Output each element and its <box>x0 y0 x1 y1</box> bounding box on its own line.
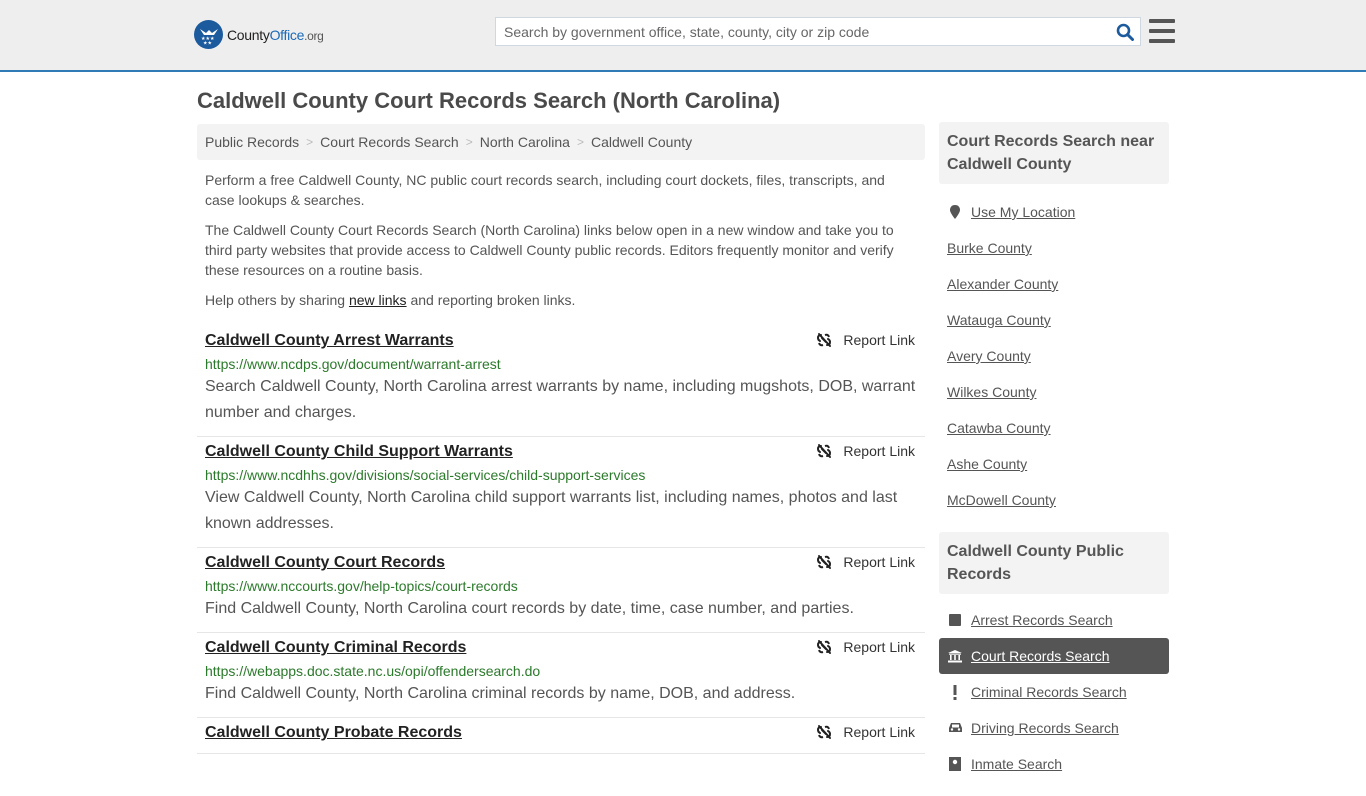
result-url: https://www.ncdps.gov/document/warrant-a… <box>205 356 501 372</box>
sidebar-item-driving-records[interactable]: Driving Records Search <box>939 710 1169 746</box>
result-description: Find Caldwell County, North Carolina cou… <box>205 600 854 617</box>
report-link-button[interactable]: Report Link <box>816 554 915 570</box>
search-bar <box>495 17 1141 46</box>
intro-text: Perform a free Caldwell County, NC publi… <box>205 170 905 320</box>
result-item: Caldwell County Court Records Report Lin… <box>197 548 925 633</box>
nearby-county-link[interactable]: McDowell County <box>947 492 1056 508</box>
broken-link-icon <box>817 725 832 739</box>
sidebar: Court Records Search near Caldwell Count… <box>939 122 1169 796</box>
result-title-link[interactable]: Caldwell County Arrest Warrants <box>205 331 454 351</box>
public-records-heading: Caldwell County Public Records <box>939 532 1169 594</box>
sidebar-item-court-records[interactable]: Court Records Search <box>939 638 1169 674</box>
breadcrumb-public-records[interactable]: Public Records <box>205 134 299 150</box>
nearby-county-item[interactable]: Burke County <box>939 230 1169 266</box>
breadcrumb-separator: > <box>306 135 314 149</box>
breadcrumb-separator: > <box>465 135 473 149</box>
car-icon <box>947 722 963 734</box>
result-description: View Caldwell County, North Carolina chi… <box>205 489 898 532</box>
nearby-county-item[interactable]: Wilkes County <box>939 374 1169 410</box>
square-icon <box>947 614 963 626</box>
result-title-link[interactable]: Caldwell County Child Support Warrants <box>205 442 513 462</box>
nearby-county-item[interactable]: Catawba County <box>939 410 1169 446</box>
svg-text:★★: ★★ <box>203 40 212 45</box>
new-links-link[interactable]: new links <box>349 292 407 308</box>
nearby-county-item[interactable]: Alexander County <box>939 266 1169 302</box>
result-url: https://www.ncdhhs.gov/divisions/social-… <box>205 467 646 483</box>
nearby-county-item[interactable]: Watauga County <box>939 302 1169 338</box>
search-input[interactable] <box>496 18 1110 45</box>
courthouse-icon <box>947 649 963 663</box>
result-description: Search Caldwell County, North Carolina a… <box>205 378 916 421</box>
nearby-county-link[interactable]: Wilkes County <box>947 384 1036 400</box>
nearby-county-link[interactable]: Avery County <box>947 348 1031 364</box>
broken-link-icon <box>817 640 832 654</box>
result-title-link[interactable]: Caldwell County Probate Records <box>205 723 462 743</box>
eagle-logo-icon: ★★★ ★★ <box>194 20 223 49</box>
result-item: Caldwell County Probate Records Report L… <box>197 718 925 754</box>
sidebar-item-inmate-search[interactable]: Inmate Search <box>939 746 1169 782</box>
nearby-county-link[interactable]: Ashe County <box>947 456 1027 472</box>
result-url: https://www.nccourts.gov/help-topics/cou… <box>205 578 518 594</box>
site-header: ★★★ ★★ CountyOffice.org <box>0 0 1366 72</box>
report-link-button[interactable]: Report Link <box>816 724 915 740</box>
broken-link-icon <box>817 333 832 347</box>
page-title: Caldwell County Court Records Search (No… <box>197 88 781 113</box>
result-url: https://webapps.doc.state.nc.us/opi/offe… <box>205 663 541 679</box>
use-my-location-link[interactable]: Use My Location <box>971 204 1075 220</box>
broken-link-icon <box>817 555 832 569</box>
site-logo[interactable]: ★★★ ★★ CountyOffice.org <box>194 20 324 49</box>
use-my-location-item[interactable]: Use My Location <box>939 194 1169 230</box>
result-title-link[interactable]: Caldwell County Court Records <box>205 553 445 573</box>
search-button[interactable] <box>1110 18 1140 45</box>
result-item: Caldwell County Criminal Records Report … <box>197 633 925 718</box>
inmate-icon <box>947 757 963 771</box>
breadcrumb-north-carolina[interactable]: North Carolina <box>480 134 570 150</box>
result-item: Caldwell County Child Support Warrants R… <box>197 437 925 548</box>
search-icon <box>1116 23 1134 41</box>
broken-link-icon <box>817 444 832 458</box>
public-records-list: Arrest Records Search Court Records Sear… <box>939 594 1169 796</box>
sidebar-item-arrest-records[interactable]: Arrest Records Search <box>939 602 1169 638</box>
breadcrumb: Public Records > Court Records Search > … <box>197 124 925 160</box>
report-link-button[interactable]: Report Link <box>816 443 915 459</box>
result-description: Find Caldwell County, North Carolina cri… <box>205 685 796 702</box>
breadcrumb-separator: > <box>576 135 584 149</box>
nearby-county-item[interactable]: Avery County <box>939 338 1169 374</box>
logo-text: CountyOffice.org <box>227 26 324 43</box>
breadcrumb-caldwell-county[interactable]: Caldwell County <box>591 134 692 150</box>
report-link-button[interactable]: Report Link <box>816 639 915 655</box>
nearby-county-link[interactable]: Catawba County <box>947 420 1051 436</box>
report-link-button[interactable]: Report Link <box>816 332 915 348</box>
nearby-heading: Court Records Search near Caldwell Count… <box>939 122 1169 184</box>
map-pin-icon <box>947 204 963 220</box>
intro-paragraph-1: Perform a free Caldwell County, NC publi… <box>205 172 885 208</box>
nearby-county-link[interactable]: Burke County <box>947 240 1032 256</box>
intro-paragraph-2: The Caldwell County Court Records Search… <box>205 222 894 278</box>
nearby-county-item[interactable]: Ashe County <box>939 446 1169 482</box>
result-item: Caldwell County Arrest Warrants Report L… <box>197 326 925 437</box>
nearby-list: Use My Location Burke County Alexander C… <box>939 184 1169 532</box>
hamburger-menu-icon[interactable] <box>1149 19 1175 43</box>
nearby-county-link[interactable]: Alexander County <box>947 276 1058 292</box>
nearby-county-item[interactable]: McDowell County <box>939 482 1169 518</box>
results-list: Caldwell County Arrest Warrants Report L… <box>197 326 925 754</box>
intro-paragraph-3: Help others by sharing new links and rep… <box>205 292 576 308</box>
result-title-link[interactable]: Caldwell County Criminal Records <box>205 638 466 658</box>
nearby-county-link[interactable]: Watauga County <box>947 312 1051 328</box>
sidebar-item-criminal-records[interactable]: Criminal Records Search <box>939 674 1169 710</box>
breadcrumb-court-records-search[interactable]: Court Records Search <box>320 134 459 150</box>
exclamation-icon <box>947 684 963 700</box>
